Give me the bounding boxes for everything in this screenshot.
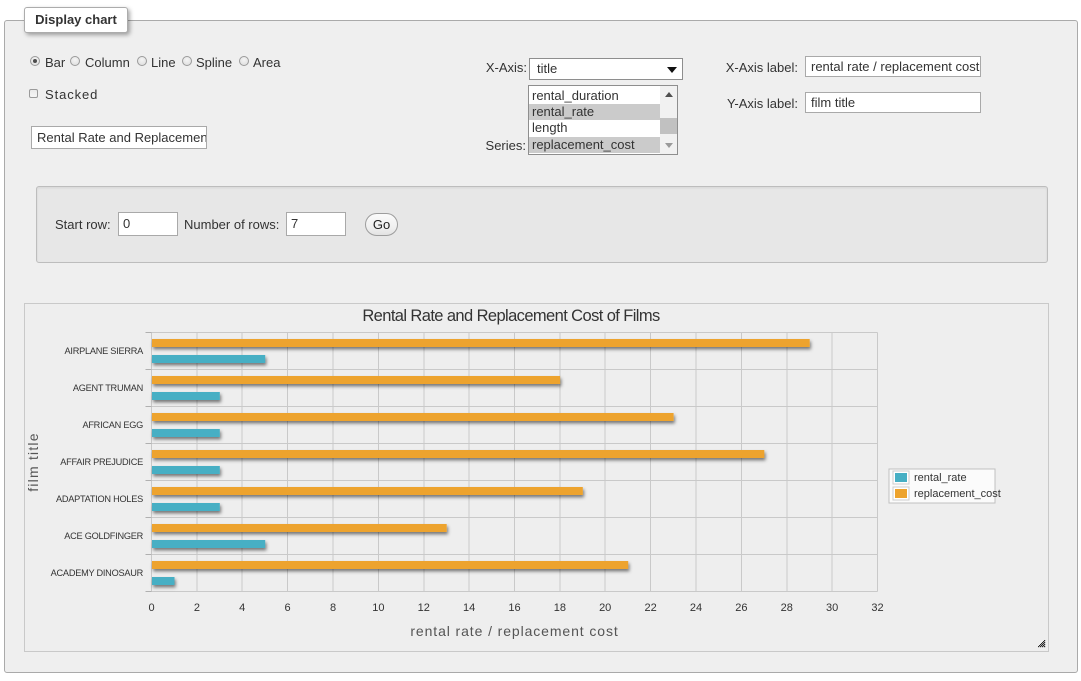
svg-text:12: 12 [418, 602, 430, 614]
svg-text:replacement_cost: replacement_cost [914, 488, 1001, 500]
svg-text:AIRPLANE SIERRA: AIRPLANE SIERRA [65, 346, 145, 356]
svg-text:AFRICAN EGG: AFRICAN EGG [82, 420, 143, 430]
svg-text:18: 18 [554, 602, 566, 614]
svg-text:16: 16 [508, 602, 520, 614]
svg-text:28: 28 [781, 602, 793, 614]
svg-text:2: 2 [194, 602, 200, 614]
svg-text:film title: film title [26, 432, 41, 491]
svg-text:Rental Rate and Replacement Co: Rental Rate and Replacement Cost of Film… [362, 307, 660, 325]
svg-text:30: 30 [826, 602, 838, 614]
svg-text:ADAPTATION HOLES: ADAPTATION HOLES [56, 494, 143, 504]
svg-text:32: 32 [871, 602, 883, 614]
svg-text:8: 8 [330, 602, 336, 614]
svg-text:10: 10 [372, 602, 384, 614]
svg-text:AGENT TRUMAN: AGENT TRUMAN [73, 383, 143, 393]
svg-text:26: 26 [735, 602, 747, 614]
svg-text:ACE GOLDFINGER: ACE GOLDFINGER [64, 531, 143, 541]
svg-text:6: 6 [285, 602, 291, 614]
svg-text:rental_rate: rental_rate [914, 472, 967, 484]
svg-text:4: 4 [239, 602, 245, 614]
svg-text:22: 22 [644, 602, 656, 614]
svg-text:24: 24 [690, 602, 702, 614]
svg-text:14: 14 [463, 602, 475, 614]
svg-text:AFFAIR PREJUDICE: AFFAIR PREJUDICE [60, 457, 143, 467]
svg-text:0: 0 [148, 602, 154, 614]
svg-text:20: 20 [599, 602, 611, 614]
svg-text:rental rate / replacement cost: rental rate / replacement cost [410, 623, 618, 639]
svg-text:ACADEMY DINOSAUR: ACADEMY DINOSAUR [51, 568, 144, 578]
